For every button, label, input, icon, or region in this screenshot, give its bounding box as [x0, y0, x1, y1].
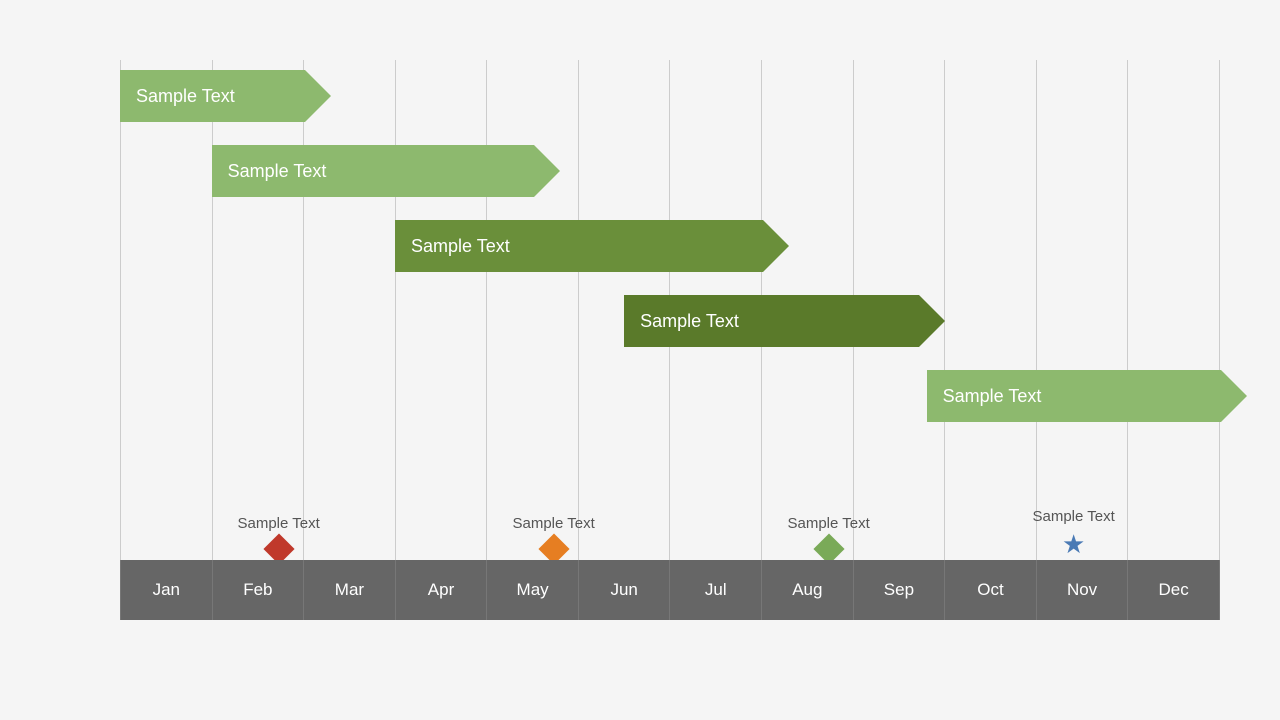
milestone-label-0: Sample Text	[238, 515, 320, 532]
month-label-feb: Feb	[212, 560, 304, 620]
chart-area: Sample TextSample TextSample TextSample …	[60, 60, 1220, 620]
month-label-jul: Jul	[669, 560, 761, 620]
month-label-mar: Mar	[303, 560, 395, 620]
milestone-2: Sample Text	[788, 515, 870, 560]
month-label-oct: Oct	[944, 560, 1036, 620]
bar-row-3: Sample Text	[624, 295, 945, 347]
month-label-jan: Jan	[120, 560, 212, 620]
bar-row-1: Sample Text	[212, 145, 560, 197]
star-label-3: Sample Text	[1033, 508, 1115, 525]
bar-label-4: Sample Text	[943, 386, 1042, 407]
bar-arrow-1: Sample Text	[212, 145, 560, 197]
month-label-sep: Sep	[853, 560, 945, 620]
bar-row-0: Sample Text	[120, 70, 331, 122]
bar-arrow-0: Sample Text	[120, 70, 331, 122]
month-label-apr: Apr	[395, 560, 487, 620]
bar-arrow-2: Sample Text	[395, 220, 789, 272]
month-label-may: May	[486, 560, 578, 620]
month-label-aug: Aug	[761, 560, 853, 620]
month-label-dec: Dec	[1127, 560, 1220, 620]
milestone-label-1: Sample Text	[513, 515, 595, 532]
bar-label-1: Sample Text	[228, 161, 327, 182]
bar-label-0: Sample Text	[136, 86, 235, 107]
milestone-label-2: Sample Text	[788, 515, 870, 532]
bar-row-2: Sample Text	[395, 220, 789, 272]
milestone-1: Sample Text	[513, 515, 595, 560]
bar-arrow-3: Sample Text	[624, 295, 945, 347]
bar-arrow-4: Sample Text	[927, 370, 1248, 422]
month-label-nov: Nov	[1036, 560, 1128, 620]
milestone-area: Sample TextSample TextSample TextSample …	[120, 470, 1220, 560]
bar-row-4: Sample Text	[927, 370, 1248, 422]
star-milestone-3: Sample Text ★	[1033, 508, 1115, 560]
bar-label-2: Sample Text	[411, 236, 510, 257]
slide: Sample TextSample TextSample TextSample …	[0, 0, 1280, 720]
star-icon-3: ★	[1062, 529, 1085, 560]
bar-label-3: Sample Text	[640, 311, 739, 332]
milestone-0: Sample Text	[238, 515, 320, 560]
month-label-jun: Jun	[578, 560, 670, 620]
month-axis: JanFebMarAprMayJunJulAugSepOctNovDec	[120, 560, 1220, 620]
